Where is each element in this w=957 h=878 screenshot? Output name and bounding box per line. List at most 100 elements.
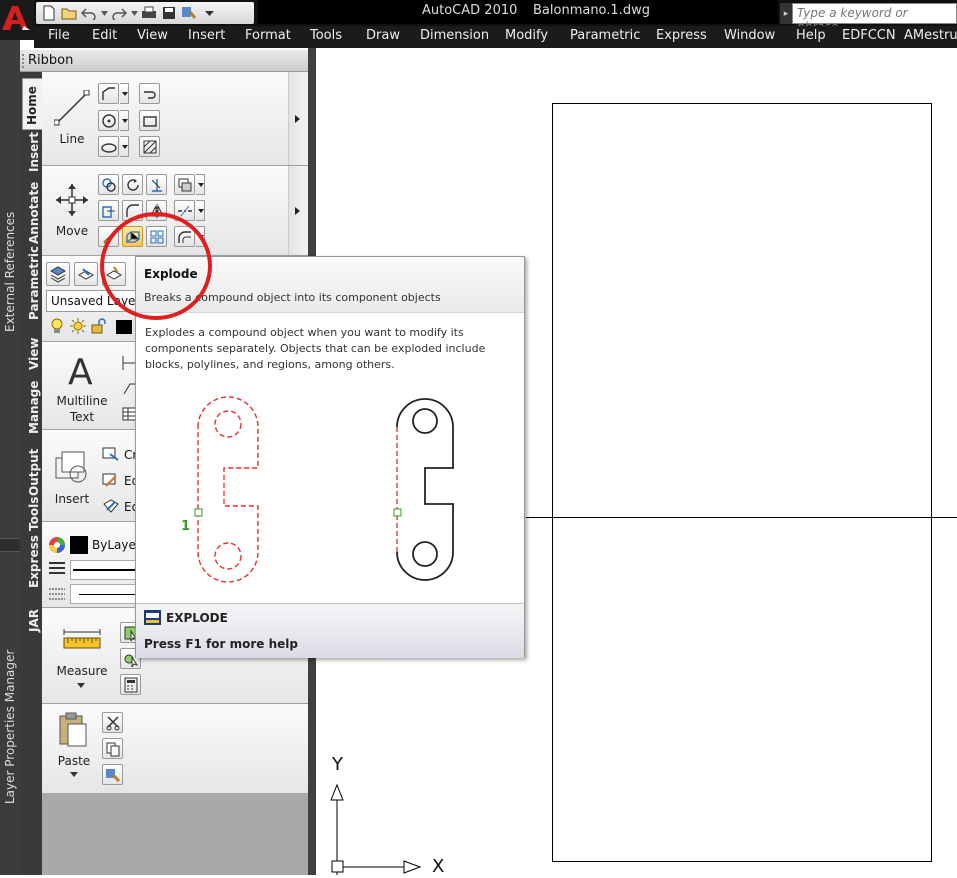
rotate-icon[interactable] (122, 174, 143, 195)
menu-bar: File Edit View Insert Format Tools Draw … (34, 26, 957, 48)
copy-icon[interactable] (98, 174, 119, 195)
menu-dimension[interactable]: Dimension (420, 28, 489, 43)
window-title: AutoCAD 2010 Balonmano.1.dwg (258, 0, 778, 24)
edit-attributes-icon[interactable] (102, 498, 120, 517)
palette-strip: External References Layer Properties Man… (0, 40, 20, 875)
tab-jar[interactable]: JAR (22, 606, 42, 636)
quick-access-toolbar (36, 2, 254, 24)
modify-panel-expander[interactable] (288, 166, 308, 255)
stretch-icon[interactable] (98, 200, 119, 221)
hatch-icon[interactable] (139, 136, 160, 157)
menu-express[interactable]: Express (656, 28, 707, 43)
redo-icon[interactable] (110, 4, 128, 22)
qat-dropdown-icon[interactable] (200, 4, 218, 22)
menu-parametric[interactable]: Parametric (570, 28, 640, 43)
linetype-dropdown-icon[interactable] (196, 200, 205, 221)
tab-output[interactable]: Output (22, 449, 42, 502)
draw-order-icon[interactable] (174, 174, 195, 195)
measure-dropdown-icon[interactable] (77, 683, 85, 689)
tab-insert[interactable]: Insert (22, 132, 42, 186)
tab-view[interactable]: View (22, 336, 42, 376)
new-file-icon[interactable] (40, 4, 58, 22)
draw-panel-expander[interactable] (288, 72, 308, 165)
exploded-hole-top (412, 408, 438, 434)
save-icon[interactable] (160, 4, 178, 22)
multiline-text-icon[interactable]: A (64, 352, 100, 388)
tab-express-tools[interactable]: Express Tools (22, 497, 42, 592)
selected-hole-top (214, 410, 242, 438)
cut-icon[interactable] (102, 712, 123, 733)
menu-modify[interactable]: Modify (505, 28, 548, 43)
measure-icon[interactable] (62, 628, 102, 654)
tooltip-help: Press F1 for more help (144, 637, 298, 651)
lineweight-icon[interactable] (48, 560, 66, 579)
layer-color-swatch[interactable] (116, 320, 132, 334)
menu-file[interactable]: File (48, 28, 70, 43)
line-label: Line (59, 132, 85, 146)
menu-edfccn[interactable]: EDFCCN (842, 28, 896, 43)
ribbon-title-bar[interactable]: Ribbon (20, 50, 310, 72)
create-block-icon[interactable] (102, 446, 120, 465)
paste-dropdown-icon[interactable] (70, 772, 78, 778)
tab-home[interactable]: Home (22, 78, 42, 130)
command-line-icon (144, 610, 161, 625)
match-properties-icon[interactable] (102, 764, 123, 785)
search-input[interactable]: Type a keyword or phrase (792, 3, 957, 34)
highlight-circle (100, 212, 212, 320)
tab-parametric[interactable]: Parametric (22, 246, 42, 324)
ellipse-dropdown-icon[interactable] (120, 136, 129, 157)
layer-properties-manager-tab[interactable]: Layer Properties Manager (3, 650, 17, 804)
circle-dropdown-icon[interactable] (120, 110, 129, 131)
ellipse-icon[interactable] (98, 136, 119, 157)
menu-help[interactable]: Help (796, 28, 826, 43)
unlock-icon[interactable] (90, 318, 106, 337)
polyline-icon[interactable] (98, 83, 119, 104)
undo-icon[interactable] (80, 4, 98, 22)
draw-order-dropdown-icon[interactable] (196, 174, 205, 195)
multiline-label-2: Text (69, 410, 95, 424)
copy-clip-icon[interactable] (102, 738, 123, 759)
bylayer-swatch[interactable] (70, 536, 88, 554)
insert-block-icon[interactable] (54, 450, 90, 486)
line-icon[interactable] (54, 90, 90, 126)
bulb-icon[interactable] (50, 318, 64, 337)
rectangle-icon[interactable] (139, 110, 160, 131)
paste-icon[interactable] (58, 712, 88, 748)
menu-window[interactable]: Window (724, 28, 775, 43)
matchprop-icon[interactable] (180, 4, 198, 22)
application-menu-button[interactable] (0, 0, 34, 40)
multiline-label-1: Multiline (56, 394, 108, 408)
polyline-dropdown-icon[interactable] (120, 83, 129, 104)
menu-amestruct[interactable]: AMestruct (904, 28, 957, 43)
layer-properties-icon[interactable] (46, 262, 70, 286)
tab-manage[interactable]: Manage (22, 381, 42, 440)
measure-label: Measure (56, 664, 108, 678)
court-outline[interactable] (552, 103, 932, 862)
layer-state-icon[interactable] (74, 262, 98, 286)
move-icon[interactable] (54, 182, 90, 218)
menu-insert[interactable]: Insert (188, 28, 225, 43)
search-toggle-icon[interactable]: ▸ (780, 3, 792, 24)
arc-icon[interactable] (139, 83, 160, 104)
menu-view[interactable]: View (137, 28, 168, 43)
menu-format[interactable]: Format (245, 28, 291, 43)
trim-icon[interactable] (146, 174, 167, 195)
menu-edit[interactable]: Edit (92, 28, 117, 43)
redo-dropdown-icon[interactable] (130, 4, 138, 22)
tab-annotate[interactable]: Annotate (22, 182, 42, 254)
linetype-icon[interactable] (48, 586, 66, 605)
plot-icon[interactable] (140, 4, 158, 22)
menu-draw[interactable]: Draw (366, 28, 400, 43)
ribbon-grip[interactable] (22, 54, 25, 68)
color-wheel-icon[interactable] (48, 536, 66, 557)
circle-icon[interactable] (98, 110, 119, 131)
external-references-tab[interactable]: External References (3, 212, 17, 332)
sun-icon[interactable] (70, 318, 86, 337)
menu-tools[interactable]: Tools (310, 28, 342, 43)
open-folder-icon[interactable] (60, 4, 78, 22)
undo-dropdown-icon[interactable] (100, 4, 108, 22)
calculator-icon[interactable] (120, 674, 141, 695)
bylayer-color-value[interactable]: ByLayer (92, 538, 141, 552)
draw-panel: Line (42, 72, 308, 166)
edit-block-icon[interactable] (102, 472, 120, 491)
